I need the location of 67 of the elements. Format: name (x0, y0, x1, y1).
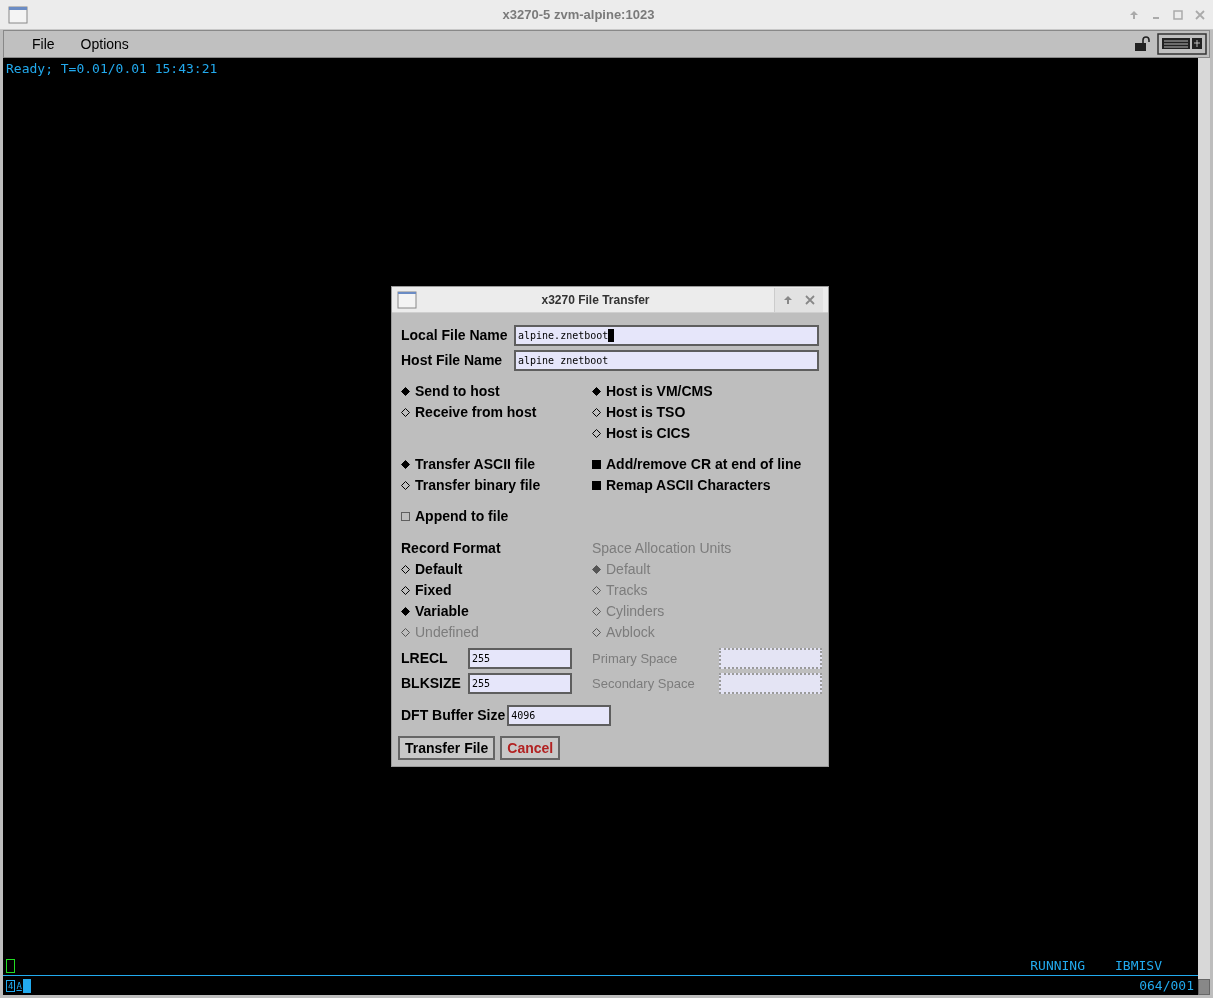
field-label: BLKSIZE (401, 674, 462, 693)
status-line: Ready; T=0.01/0.01 15:43:21 (5, 60, 218, 78)
mode-indicator: A (16, 980, 22, 991)
radio-selected-icon[interactable] (401, 607, 410, 616)
radio-icon[interactable] (592, 408, 601, 417)
radio-label: Cylinders (606, 602, 665, 621)
checkbox-label[interactable]: Add/remove CR at end of line (606, 454, 802, 475)
checkbox-checked[interactable] (592, 460, 601, 469)
field-label: LRECL (401, 649, 449, 668)
radio-label[interactable]: Transfer binary file (415, 475, 541, 496)
checkbox-label[interactable]: Append to file (415, 506, 509, 527)
block-cursor (22, 978, 31, 993)
field-label: Secondary Space (592, 674, 696, 693)
menu-item[interactable]: Options (70, 31, 139, 57)
radio-icon[interactable] (401, 565, 410, 574)
radio-label[interactable]: Host is VM/CMS (606, 381, 713, 402)
dialog-title: x3270 File Transfer (540, 291, 651, 309)
checkbox-checked[interactable] (592, 481, 601, 490)
radio-label: Undefined (415, 623, 479, 642)
input-field[interactable]: alpine.znetboot (514, 325, 819, 346)
terminal-cursor (6, 959, 15, 973)
window-icon (397, 290, 417, 309)
mode-text: RUNNING (1030, 957, 1086, 975)
scrollbar[interactable] (1198, 58, 1210, 995)
radio-icon[interactable] (592, 429, 601, 438)
radio-label[interactable]: Send to host (415, 381, 500, 402)
system-text: IBMISV (1115, 957, 1162, 975)
radio-label[interactable]: Fixed (415, 580, 452, 601)
field-label: Primary Space (592, 649, 679, 668)
radio-selected-icon[interactable] (592, 387, 601, 396)
checkbox[interactable] (401, 512, 410, 521)
radio-label: Default (606, 560, 651, 579)
input-field[interactable]: 255 (468, 673, 572, 694)
radio-icon[interactable] (401, 586, 410, 595)
raise-icon[interactable] (783, 294, 793, 305)
cancel-button[interactable]: Cancel (500, 736, 561, 760)
field-label: Host File Name (401, 351, 504, 370)
field-label: Local File Name (401, 326, 509, 345)
window-icon (8, 5, 28, 24)
transfer-button[interactable]: Transfer File (398, 736, 496, 760)
checkbox-label[interactable]: Remap ASCII Characters (606, 475, 771, 496)
scrollbar-thumb[interactable] (1198, 979, 1210, 995)
window-title: x3270-5 zvm-alpine:1023 (501, 5, 656, 24)
radio-label[interactable]: Variable (415, 601, 469, 622)
input-field[interactable]: 255 (468, 648, 572, 669)
keyboard-icon[interactable] (1157, 33, 1207, 55)
field-label: DFT Buffer Size (401, 706, 506, 725)
radio-label[interactable]: Host is TSO (606, 402, 686, 423)
radio-selected-icon[interactable] (401, 460, 410, 469)
section-heading: Record Format (401, 538, 502, 558)
radio-label[interactable]: Host is CICS (606, 423, 690, 444)
menu-item[interactable]: File (22, 31, 65, 57)
radio-label[interactable]: Default (415, 559, 463, 580)
section-heading: Space Allocation Units (592, 538, 733, 558)
radio-selected-icon[interactable] (401, 387, 410, 396)
close-icon[interactable] (805, 294, 815, 305)
radio-label: Tracks (606, 581, 648, 600)
lock-icon (1133, 35, 1153, 53)
radio-icon[interactable] (401, 481, 410, 490)
radio-icon[interactable] (401, 408, 410, 417)
connection-indicator: 4 (6, 979, 16, 992)
cursor-position: 064/001 (1139, 976, 1194, 995)
input-field[interactable]: 4096 (507, 705, 612, 726)
radio-label[interactable]: Transfer ASCII file (415, 454, 536, 475)
radio-label: Avblock (606, 623, 655, 642)
radio-label[interactable]: Receive from host (415, 402, 537, 423)
input-field[interactable]: alpine znetboot (514, 350, 819, 371)
